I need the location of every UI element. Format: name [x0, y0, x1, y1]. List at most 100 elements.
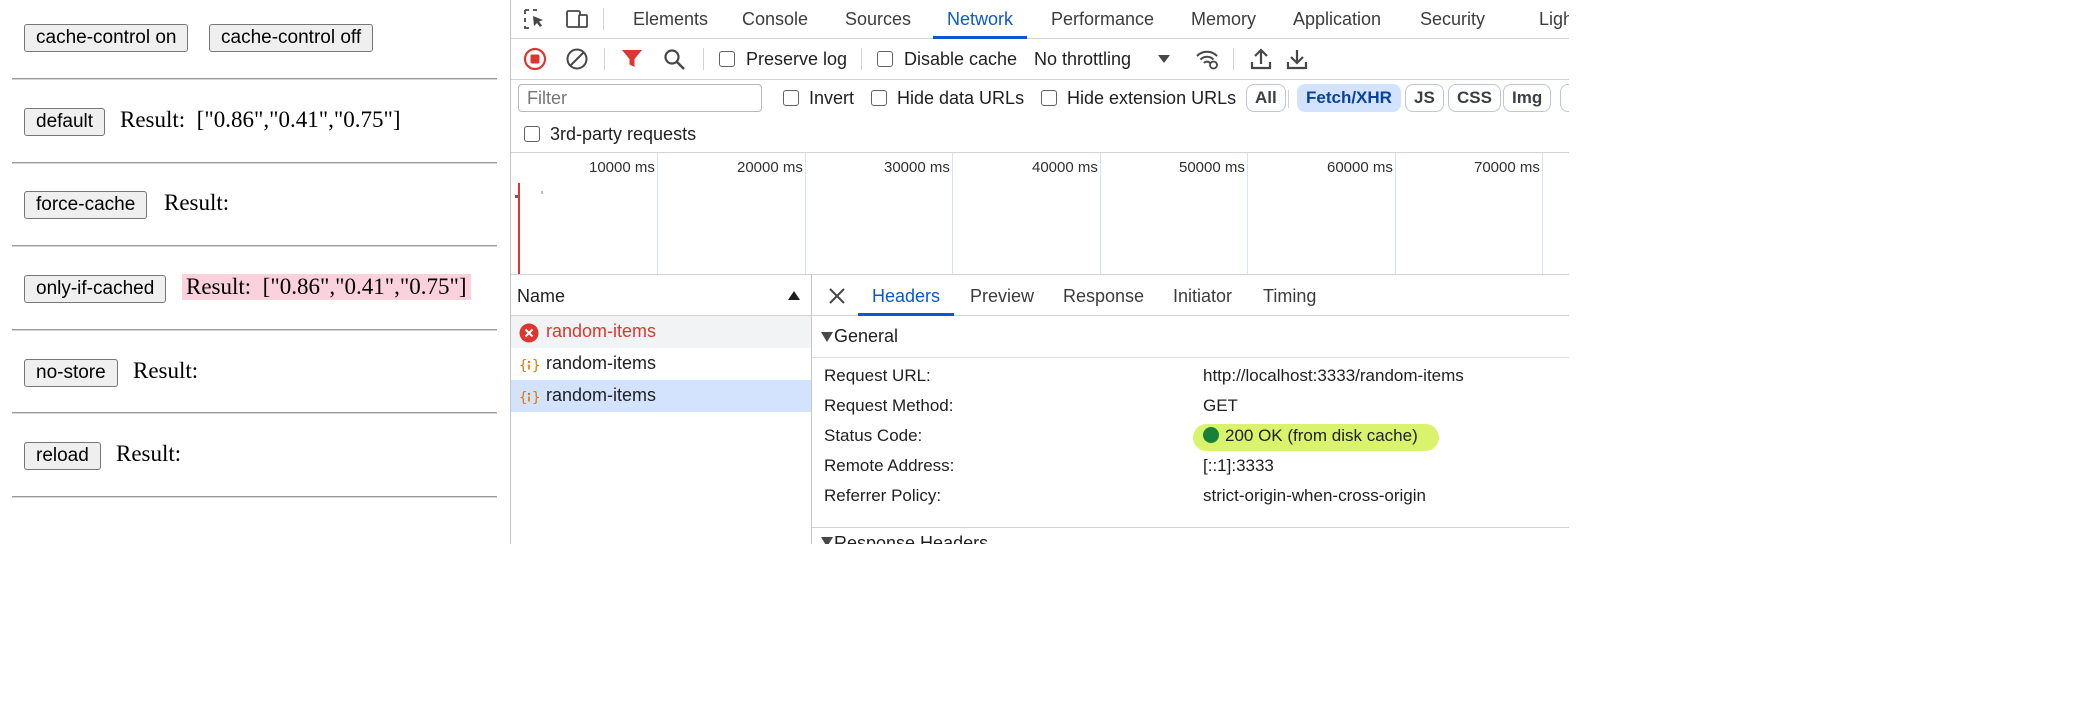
- request-name: random-items: [546, 385, 657, 405]
- preserve-log-label: Preserve log: [746, 49, 848, 69]
- svg-text:{: {: [519, 358, 527, 374]
- header-key: Request URL:: [824, 366, 931, 385]
- only-if-cached-button[interactable]: only-if-cached: [24, 275, 167, 303]
- separator: [1233, 48, 1234, 70]
- header-key: Remote Address:: [824, 456, 955, 475]
- search-icon[interactable]: [662, 47, 688, 71]
- chevron-down-icon[interactable]: [1157, 53, 1171, 65]
- clear-icon[interactable]: [564, 47, 590, 71]
- tab-application[interactable]: Application: [1293, 0, 1381, 38]
- type-filter-img[interactable]: Img: [1503, 84, 1552, 112]
- cache-control-off-button[interactable]: cache-control off: [209, 24, 374, 52]
- default-button[interactable]: default: [24, 108, 106, 136]
- details-tab-response[interactable]: Response: [1063, 275, 1144, 315]
- timeline-gridline: [1100, 153, 1101, 274]
- only-if-cached-result: Result: ["0.86","0.41","0.75"]: [182, 274, 471, 300]
- result-label: Result:: [116, 441, 182, 466]
- section-title: General: [834, 326, 899, 346]
- tab-performance[interactable]: Performance: [1051, 0, 1154, 38]
- result-value: ["0.86","0.41","0.75"]: [262, 274, 467, 299]
- request-row[interactable]: { } random-items: [511, 348, 811, 380]
- type-filter-css[interactable]: CSS: [1448, 84, 1501, 112]
- third-party-checkbox[interactable]: [524, 126, 540, 142]
- throttling-select[interactable]: No throttling: [1034, 49, 1131, 70]
- triangle-down-icon: [821, 332, 833, 342]
- sort-ascending-icon[interactable]: [787, 290, 801, 301]
- tab-security[interactable]: Security: [1420, 0, 1485, 38]
- type-filter-js[interactable]: JS: [1405, 84, 1444, 112]
- timeline-gridline: [1395, 153, 1396, 274]
- force-cache-button[interactable]: force-cache: [24, 191, 148, 219]
- close-icon[interactable]: [828, 287, 846, 305]
- record-stop-icon[interactable]: [522, 47, 548, 71]
- triangle-down-icon: [821, 537, 833, 544]
- hide-extension-urls-checkbox[interactable]: [1041, 90, 1057, 106]
- request-row[interactable]: random-items: [511, 316, 811, 348]
- svg-text:}: }: [532, 358, 539, 374]
- timeline-gridline: [805, 153, 806, 274]
- details-tab-headers[interactable]: Headers: [857, 275, 955, 316]
- type-filter-all[interactable]: All: [1246, 84, 1286, 112]
- request-name: random-items: [546, 353, 657, 373]
- timeline-gridline: [1247, 153, 1248, 274]
- network-overview-timeline[interactable]: 10000 ms 20000 ms 30000 ms 40000 ms 5000…: [511, 153, 1569, 275]
- demo-page: cache-control on cache-control off defau…: [0, 0, 510, 544]
- result-label: Result:: [120, 107, 186, 132]
- tab-memory[interactable]: Memory: [1191, 0, 1256, 38]
- default-result: Result: ["0.86","0.41","0.75"]: [120, 107, 401, 133]
- separator: [1288, 90, 1289, 108]
- disable-cache-checkbox[interactable]: [877, 51, 893, 67]
- tab-network[interactable]: Network: [932, 0, 1028, 39]
- general-section-header[interactable]: General: [812, 316, 1569, 358]
- cache-control-on-button[interactable]: cache-control on: [24, 24, 189, 52]
- preserve-log-checkbox[interactable]: [719, 51, 735, 67]
- result-label: Result:: [133, 358, 199, 383]
- divider: [12, 162, 497, 164]
- device-toolbar-icon[interactable]: [565, 8, 589, 30]
- details-tab-preview[interactable]: Preview: [970, 275, 1034, 315]
- hide-data-urls-checkbox[interactable]: [871, 90, 887, 106]
- name-column-label: Name: [517, 286, 566, 306]
- separator: [861, 48, 862, 70]
- hide-extension-urls-label: Hide extension URLs: [1067, 88, 1237, 108]
- result-label: Result:: [186, 274, 252, 299]
- result-value: ["0.86","0.41","0.75"]: [196, 107, 401, 132]
- svg-text:}: }: [532, 390, 539, 406]
- status-code-value: 200 OK (from disk cache): [1203, 426, 1418, 446]
- details-tab-timing[interactable]: Timing: [1263, 275, 1316, 315]
- timeline-label: 10000 ms: [589, 159, 655, 176]
- fetch-xhr-icon: { }: [519, 390, 539, 406]
- header-key: Request Method:: [824, 396, 954, 415]
- invert-label: Invert: [809, 88, 855, 108]
- network-conditions-icon[interactable]: [1194, 47, 1220, 71]
- reload-button[interactable]: reload: [24, 442, 101, 470]
- inspect-element-icon[interactable]: [523, 8, 547, 30]
- details-tab-initiator[interactable]: Initiator: [1173, 275, 1232, 315]
- no-store-button[interactable]: no-store: [24, 359, 118, 387]
- request-name: random-items: [546, 321, 657, 341]
- response-headers-section-title[interactable]: Response Headers: [834, 533, 988, 544]
- invert-checkbox[interactable]: [783, 90, 799, 106]
- request-row-selected[interactable]: { } random-items: [511, 380, 811, 412]
- divider: [12, 329, 497, 331]
- devtools-panel: Elements Console Sources Network Perform…: [510, 0, 1569, 544]
- result-label: Result:: [164, 190, 230, 215]
- tab-sources[interactable]: Sources: [845, 0, 911, 38]
- tab-elements[interactable]: Elements: [633, 0, 708, 38]
- type-filter-more[interactable]: [1560, 84, 1569, 112]
- name-column-header[interactable]: Name: [511, 275, 811, 316]
- timeline-label: 40000 ms: [1032, 159, 1098, 176]
- export-har-icon[interactable]: [1284, 47, 1310, 71]
- filter-input[interactable]: [518, 84, 762, 112]
- tab-lighthouse[interactable]: Ligh: [1539, 0, 1569, 38]
- import-har-icon[interactable]: [1248, 47, 1274, 71]
- header-value: [::1]:3333: [1203, 456, 1274, 475]
- filter-icon[interactable]: [619, 47, 645, 71]
- timeline-label: 20000 ms: [737, 159, 803, 176]
- network-toolbar: Preserve log Disable cache No throttling: [511, 39, 1569, 80]
- third-party-label: 3rd-party requests: [550, 124, 697, 144]
- type-filter-fetch-xhr[interactable]: Fetch/XHR: [1297, 84, 1401, 112]
- header-value: strict-origin-when-cross-origin: [1203, 486, 1426, 505]
- devtools-tab-bar: Elements Console Sources Network Perform…: [511, 0, 1569, 39]
- tab-console[interactable]: Console: [742, 0, 808, 38]
